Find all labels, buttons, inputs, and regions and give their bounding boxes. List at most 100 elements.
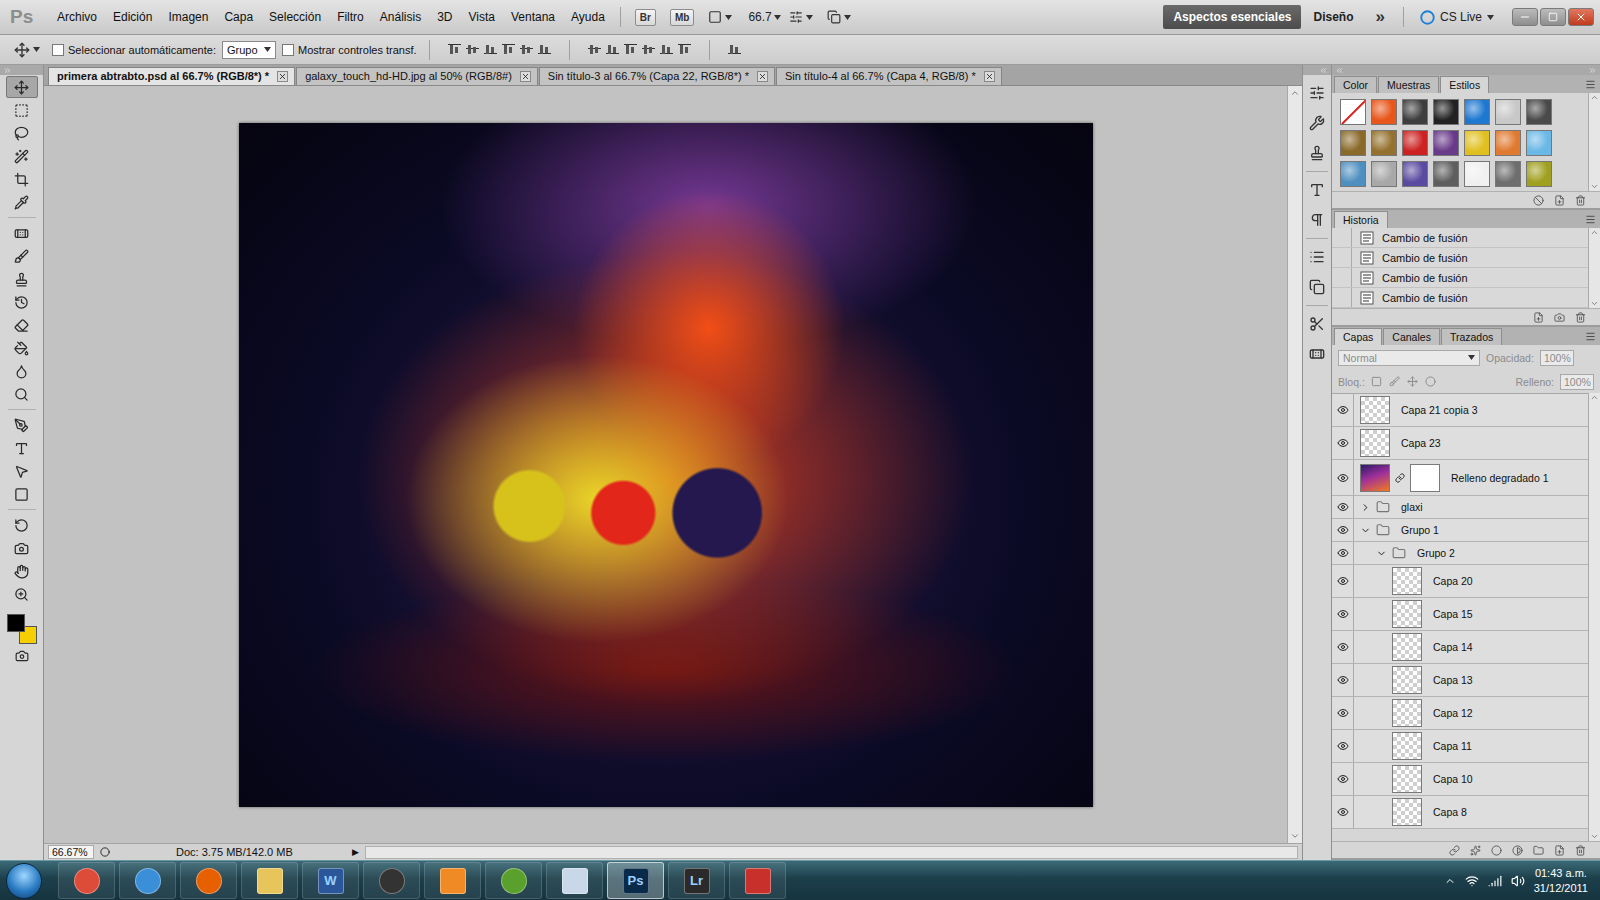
tool-button[interactable]	[6, 437, 38, 459]
eye-icon[interactable]	[1337, 608, 1349, 620]
panel-menu-button[interactable]	[1585, 331, 1600, 342]
close-icon[interactable]	[985, 72, 994, 81]
close-icon[interactable]	[521, 72, 530, 81]
layer-row[interactable]: Capa 15	[1332, 598, 1588, 631]
menu-item[interactable]: Ventana	[504, 7, 562, 27]
tool-button[interactable]	[6, 314, 38, 336]
view-button[interactable]	[827, 10, 851, 24]
eye-icon[interactable]	[1337, 524, 1349, 536]
visibility-toggle[interactable]	[1332, 730, 1354, 762]
align-icon[interactable]	[624, 43, 637, 56]
lock-position-icon[interactable]	[1407, 376, 1418, 387]
minimize-icon[interactable]	[1519, 11, 1531, 23]
workspace-overflow[interactable]: »	[1366, 7, 1395, 27]
crop-icon[interactable]	[14, 172, 29, 187]
style-swatch[interactable]	[1464, 161, 1490, 187]
visibility-toggle[interactable]	[1332, 763, 1354, 795]
eye-icon[interactable]	[1337, 641, 1349, 653]
panel-tab[interactable]: Canales	[1383, 328, 1440, 345]
path-select-icon[interactable]	[14, 464, 29, 479]
tool-button[interactable]	[6, 483, 38, 505]
tool-button[interactable]	[6, 360, 38, 382]
trash-icon[interactable]	[1575, 845, 1586, 856]
taskbar-app[interactable]	[119, 862, 176, 899]
tool-button[interactable]	[6, 245, 38, 267]
hand-icon[interactable]	[14, 564, 29, 579]
taskbar-app[interactable]	[58, 862, 115, 899]
tool-button[interactable]	[6, 191, 38, 213]
scroll-down-icon[interactable]	[1590, 832, 1599, 841]
paragraph-icon[interactable]	[1309, 212, 1325, 228]
bucket-icon[interactable]	[14, 341, 29, 356]
panel-scrollbar[interactable]	[1588, 93, 1600, 191]
healing-icon[interactable]	[14, 226, 29, 241]
workspace-button[interactable]: Diseño	[1303, 5, 1363, 29]
link-layers-icon[interactable]	[1449, 845, 1460, 856]
dock-panel-button[interactable]	[1305, 312, 1329, 336]
dock-panel-button[interactable]	[1305, 342, 1329, 366]
panel-tab[interactable]: Color	[1334, 76, 1377, 93]
shape-icon[interactable]	[14, 487, 29, 502]
adjustments-icon[interactable]	[1309, 85, 1325, 101]
document-tab[interactable]: Sin título-4 al 66.7% (Capa 4, RGB/8) *	[776, 67, 1002, 85]
window-control[interactable]	[1540, 8, 1566, 26]
eye-icon[interactable]	[1337, 472, 1349, 484]
tool-button[interactable]	[6, 383, 38, 405]
style-swatch[interactable]	[1340, 130, 1366, 156]
start-button[interactable]	[6, 863, 42, 899]
rotate-3d-icon[interactable]	[14, 518, 29, 533]
taskbar-app[interactable]	[241, 862, 298, 899]
visibility-toggle[interactable]	[1332, 496, 1354, 518]
layer-row[interactable]: Capa 20	[1332, 565, 1588, 598]
move-tool-icon[interactable]	[14, 42, 30, 58]
marquee-icon[interactable]	[14, 103, 29, 118]
tool-button[interactable]	[6, 537, 38, 559]
dock-panel-button[interactable]	[1305, 245, 1329, 269]
panel-collapse-strip[interactable]	[1332, 65, 1600, 75]
layer-row[interactable]: Capa 14	[1332, 631, 1588, 664]
visibility-toggle[interactable]	[1332, 565, 1354, 597]
tool-presets-icon[interactable]	[1309, 115, 1325, 131]
scroll-down-icon[interactable]	[1590, 182, 1599, 191]
align-icon[interactable]	[728, 43, 741, 56]
visibility-toggle[interactable]	[1332, 542, 1354, 564]
collapse-arrow-icon[interactable]	[1360, 502, 1371, 513]
panel-collapse-strip[interactable]	[0, 65, 43, 75]
arrange-icon[interactable]	[789, 10, 803, 24]
tool-button[interactable]	[6, 99, 38, 121]
status-menu-arrow[interactable]: ▶	[352, 847, 359, 857]
visibility-toggle[interactable]	[1332, 697, 1354, 729]
signal-icon[interactable]	[1488, 874, 1502, 888]
align-icon[interactable]	[448, 43, 461, 56]
tool-button[interactable]	[6, 168, 38, 190]
color-swatch[interactable]	[7, 614, 25, 632]
volume-icon[interactable]	[1511, 874, 1525, 888]
menu-item[interactable]: Archivo	[50, 7, 104, 27]
expand-arrow-icon[interactable]	[1360, 525, 1371, 536]
actions-icon[interactable]	[1309, 249, 1325, 265]
panel-collapse-strip[interactable]	[1303, 65, 1331, 75]
layer-row[interactable]: Relleno degradado 1	[1332, 460, 1588, 496]
style-swatch[interactable]	[1340, 99, 1366, 125]
character-icon[interactable]	[1309, 182, 1325, 198]
adjustment-layer-icon[interactable]	[1512, 845, 1523, 856]
visibility-toggle[interactable]	[1332, 664, 1354, 696]
panel-menu-icon[interactable]	[1585, 214, 1596, 225]
maximize-icon[interactable]	[1548, 12, 1558, 22]
clock[interactable]: 01:43 a.m.31/12/2011	[1534, 866, 1588, 896]
stamp-icon[interactable]	[14, 272, 29, 287]
style-swatch[interactable]	[1402, 130, 1428, 156]
taskbar-app[interactable]	[485, 862, 542, 899]
align-icon[interactable]	[606, 43, 619, 56]
tool-button[interactable]	[6, 460, 38, 482]
scroll-up-icon[interactable]	[1590, 228, 1599, 237]
align-icon[interactable]	[538, 43, 551, 56]
layer-row[interactable]: glaxi	[1332, 496, 1588, 519]
style-swatch[interactable]	[1526, 99, 1552, 125]
tool-button[interactable]	[6, 122, 38, 144]
quick-select-icon[interactable]	[14, 149, 29, 164]
move-icon[interactable]	[14, 80, 29, 95]
menu-item[interactable]: 3D	[430, 7, 459, 27]
close-icon[interactable]	[278, 72, 287, 81]
align-icon[interactable]	[502, 43, 515, 56]
